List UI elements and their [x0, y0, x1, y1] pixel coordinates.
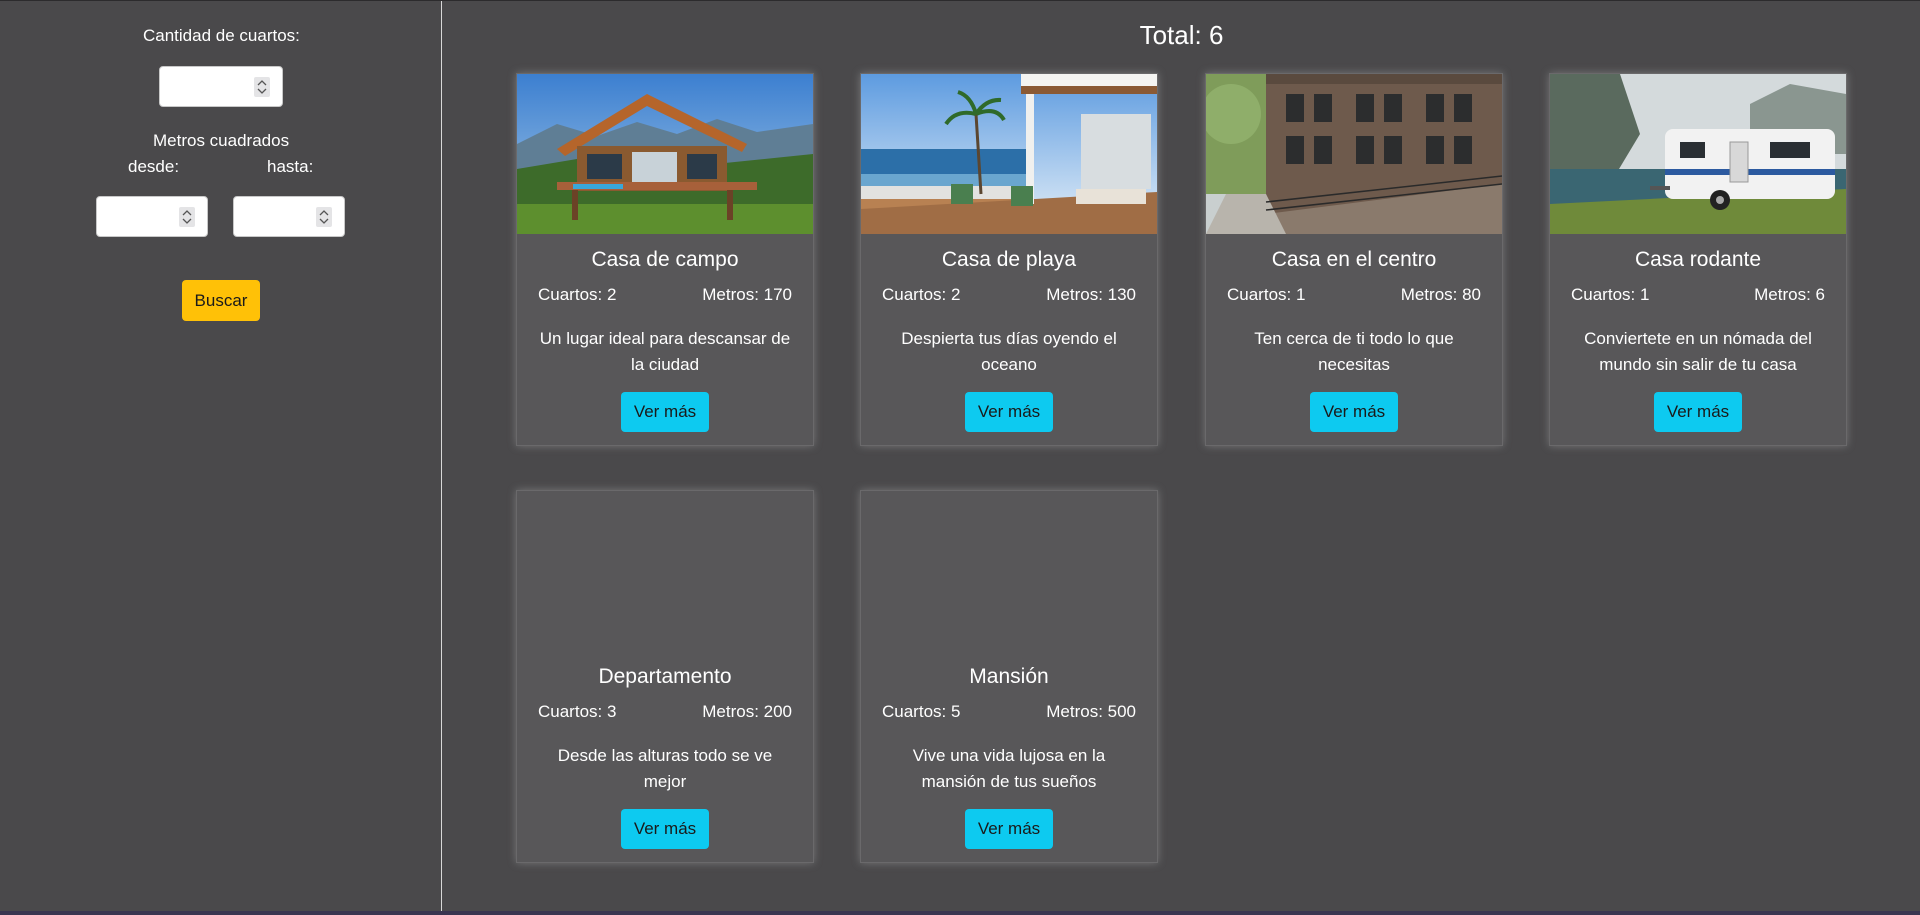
property-image: [861, 74, 1157, 234]
property-image: [517, 74, 813, 234]
chevron-up-icon: [257, 80, 267, 86]
see-more-button[interactable]: Ver más: [621, 809, 709, 849]
card-description: Conviertete en un nómada del mundo sin s…: [1584, 329, 1812, 374]
property-card: Casa de playa Cuartos: 2 Metros: 130 Des…: [860, 73, 1158, 446]
chevron-down-icon: [319, 218, 329, 224]
card-title: Casa de playa: [941, 248, 1077, 271]
see-more-button[interactable]: Ver más: [1310, 392, 1398, 432]
card-rooms: Cuartos: 1: [1227, 285, 1306, 304]
chevron-up-icon: [182, 210, 192, 216]
property-image: [1206, 74, 1502, 234]
see-more-button[interactable]: Ver más: [621, 392, 709, 432]
bottom-border: [0, 911, 1920, 915]
card-meters: Metros: 130: [1046, 285, 1136, 304]
country-house-image: [517, 74, 813, 234]
property-image-placeholder: [861, 491, 1157, 651]
filter-sidebar: Cantidad de cuartos: Metros cuadrados de…: [0, 1, 442, 911]
chevron-up-icon: [319, 210, 329, 216]
meters-from-spinner[interactable]: [179, 207, 195, 227]
card-description: Desde las alturas todo se ve mejor: [557, 746, 773, 791]
card-meters: Metros: 80: [1400, 285, 1481, 304]
townhouse-image: [1206, 74, 1502, 234]
card-title: Departamento: [598, 665, 732, 688]
to-label: hasta:: [267, 157, 314, 176]
card-meters: Metros: 170: [702, 285, 792, 304]
see-more-button[interactable]: Ver más: [1654, 392, 1742, 432]
property-card: Casa en el centro Cuartos: 1 Metros: 80 …: [1205, 73, 1503, 446]
rooms-label: Cantidad de cuartos:: [143, 26, 300, 45]
card-title: Mansión: [969, 665, 1049, 688]
card-rooms: Cuartos: 2: [538, 285, 617, 304]
search-button[interactable]: Buscar: [182, 280, 260, 321]
meters-to-spinner[interactable]: [316, 207, 332, 227]
from-label: desde:: [128, 157, 180, 176]
property-card: Departamento Cuartos: 3 Metros: 200 Desd…: [516, 490, 814, 863]
card-description: Un lugar ideal para descansar de la ciud…: [539, 329, 791, 374]
card-rooms: Cuartos: 3: [538, 702, 617, 721]
meters-from-input[interactable]: [96, 196, 208, 237]
chevron-down-icon: [182, 218, 192, 224]
card-title: Casa rodante: [1634, 248, 1762, 271]
card-rooms: Cuartos: 2: [882, 285, 961, 304]
property-image: [1550, 74, 1846, 234]
caravan-image: [1550, 74, 1846, 234]
card-meters: Metros: 6: [1754, 285, 1825, 304]
card-rooms: Cuartos: 5: [882, 702, 961, 721]
beach-house-image: [861, 74, 1157, 234]
property-card: Casa rodante Cuartos: 1 Metros: 6 Convie…: [1549, 73, 1847, 446]
rooms-input[interactable]: [159, 66, 283, 107]
card-title: Casa de campo: [591, 248, 739, 271]
see-more-button[interactable]: Ver más: [965, 809, 1053, 849]
rooms-spinner[interactable]: [254, 77, 270, 97]
card-description: Ten cerca de ti todo lo que necesitas: [1254, 329, 1454, 374]
card-meters: Metros: 200: [702, 702, 792, 721]
property-card: Casa de campo Cuartos: 2 Metros: 170 Un …: [516, 73, 814, 446]
property-card: Mansión Cuartos: 5 Metros: 500 Vive una …: [860, 490, 1158, 863]
property-image-placeholder: [517, 491, 813, 651]
meters-to-input[interactable]: [233, 196, 345, 237]
meters-label: Metros cuadrados: [153, 131, 290, 150]
results-total: Total: 6: [1139, 20, 1224, 50]
card-meters: Metros: 500: [1046, 702, 1136, 721]
card-description: Despierta tus días oyendo el oceano: [901, 329, 1117, 374]
card-rooms: Cuartos: 1: [1571, 285, 1650, 304]
see-more-button[interactable]: Ver más: [965, 392, 1053, 432]
chevron-down-icon: [257, 88, 267, 94]
card-description: Vive una vida lujosa en la mansión de tu…: [912, 746, 1106, 791]
card-title: Casa en el centro: [1271, 248, 1437, 271]
